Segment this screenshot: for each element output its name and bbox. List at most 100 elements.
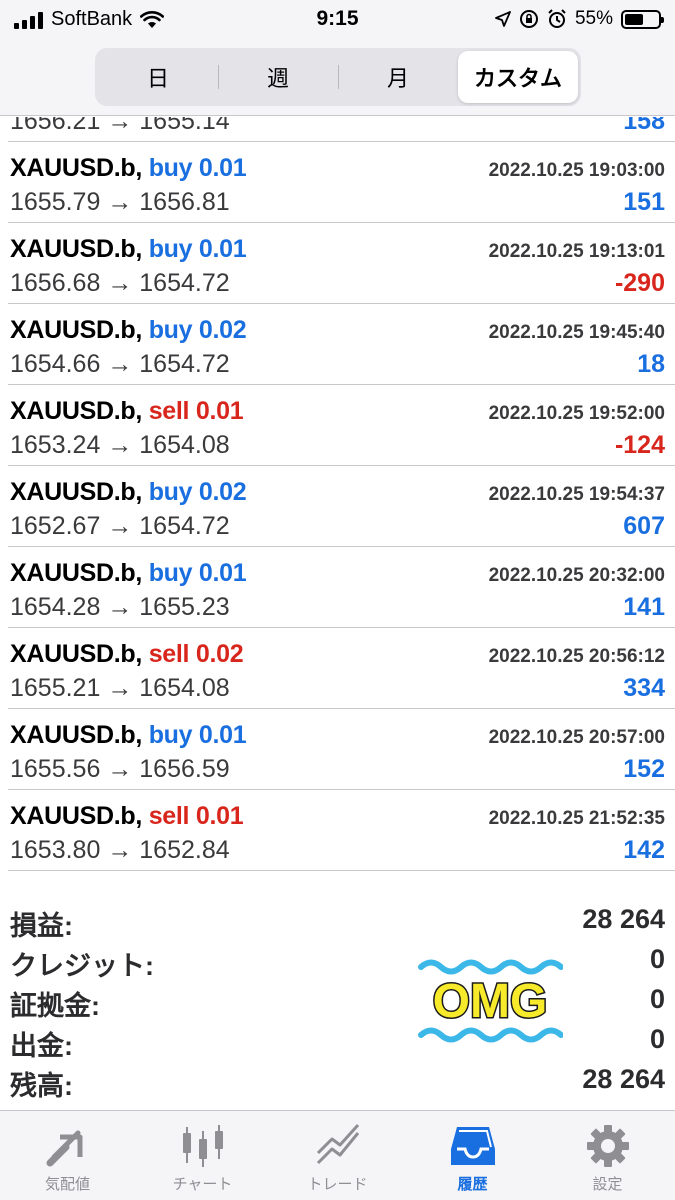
candlestick-chart-icon bbox=[182, 1125, 223, 1167]
period-segmented-control: 日 週 月 カスタム bbox=[95, 48, 581, 106]
trade-profit: 158 bbox=[623, 117, 665, 135]
trade-trend-icon bbox=[316, 1123, 359, 1165]
trade-time: 2022.10.25 19:45:40 bbox=[488, 322, 665, 343]
trade-side: buy bbox=[148, 721, 193, 749]
trade-history-list[interactable]: XAUUSD.b, sell 0.01 1656.21 → 1655.14 158 X… bbox=[0, 117, 675, 894]
trade-time: 2022.10.25 20:32:00 bbox=[488, 565, 665, 586]
trade-close-price: 1654.72 bbox=[139, 512, 230, 540]
trade-side: sell bbox=[148, 397, 190, 425]
trade-symbol: XAUUSD.b, bbox=[10, 154, 143, 182]
trade-row[interactable]: XAUUSD.b, buy 0.01 2022.10.25 20:57:00 165… bbox=[8, 709, 675, 790]
trade-time: 2022.10.25 19:03:00 bbox=[488, 160, 665, 181]
period-day[interactable]: 日 bbox=[98, 51, 218, 103]
trade-row[interactable]: XAUUSD.b, buy 0.01 2022.10.25 20:32:00 165… bbox=[8, 547, 675, 628]
quotes-arrows-icon bbox=[46, 1130, 82, 1167]
bottom-tab-bar: 気配値 チャート トレード 履歴 設定 bbox=[0, 1110, 675, 1200]
summary-profit-label: 損益: bbox=[10, 911, 73, 941]
trade-open-price: 1653.24 bbox=[10, 431, 101, 459]
battery-percent: 55% bbox=[574, 8, 613, 29]
trade-symbol: XAUUSD.b, bbox=[10, 802, 143, 830]
trade-symbol: XAUUSD.b, bbox=[10, 478, 143, 506]
tab-history[interactable]: 履歴 bbox=[405, 1111, 540, 1200]
trade-volume: 0.01 bbox=[198, 235, 247, 263]
trade-volume: 0.02 bbox=[195, 640, 244, 668]
trade-close-price: 1656.81 bbox=[139, 188, 230, 216]
summary-deposit-label: 証拠金: bbox=[10, 991, 100, 1021]
trade-prices: 1653.24 → 1654.08 bbox=[10, 431, 230, 460]
trade-symbol-line: XAUUSD.b, buy 0.01 bbox=[10, 235, 247, 264]
status-bar: SoftBank 9:15 55% bbox=[0, 0, 675, 40]
trade-close-price: 1654.72 bbox=[139, 269, 230, 297]
trade-symbol-line: XAUUSD.b, sell 0.01 bbox=[10, 802, 244, 831]
trade-prices: 1654.66 → 1654.72 bbox=[10, 350, 230, 379]
trade-row[interactable]: XAUUSD.b, buy 0.02 2022.10.25 19:45:40 165… bbox=[8, 304, 675, 385]
trade-row[interactable]: XAUUSD.b, sell 0.01 2022.10.25 19:52:00 16… bbox=[8, 385, 675, 466]
trade-symbol: XAUUSD.b, bbox=[10, 721, 143, 749]
orientation-lock-icon bbox=[519, 10, 538, 28]
trade-open-price: 1654.28 bbox=[10, 593, 101, 621]
trade-close-price: 1655.14 bbox=[139, 117, 230, 135]
trade-side: buy bbox=[148, 478, 193, 506]
summary-withdrawal-label: 出金: bbox=[10, 1031, 73, 1061]
period-selector-bar: 日 週 月 カスタム bbox=[0, 40, 675, 116]
trade-close-price: 1656.59 bbox=[139, 755, 230, 783]
trade-side: sell bbox=[148, 802, 190, 830]
trade-arrow: → bbox=[107, 755, 133, 783]
trade-profit: 142 bbox=[623, 836, 665, 864]
trade-close-price: 1654.08 bbox=[139, 431, 230, 459]
trade-row[interactable]: XAUUSD.b, buy 0.02 2022.10.25 19:54:37 165… bbox=[8, 466, 675, 547]
tab-history-label: 履歴 bbox=[457, 1176, 488, 1193]
trade-arrow: → bbox=[107, 512, 133, 540]
summary-deposit-value: 0 bbox=[649, 984, 665, 1014]
summary-credit-label: クレジット: bbox=[10, 951, 154, 981]
account-summary: 損益: 28 264 クレジット: 0 証拠金: 0 出金: 0 残高: 28 … bbox=[0, 900, 675, 1110]
trade-profit: 607 bbox=[623, 512, 665, 540]
battery-fill bbox=[625, 13, 643, 25]
trade-row[interactable]: XAUUSD.b, buy 0.01 2022.10.25 19:13:01 165… bbox=[8, 223, 675, 304]
trade-time: 2022.10.25 19:54:37 bbox=[488, 484, 665, 505]
trade-open-price: 1655.79 bbox=[10, 188, 101, 216]
tab-trade[interactable]: トレード bbox=[270, 1111, 405, 1200]
trade-prices: 1654.28 → 1655.23 bbox=[10, 593, 230, 622]
summary-balance-label: 残高: bbox=[10, 1071, 73, 1101]
trade-volume: 0.01 bbox=[198, 154, 247, 182]
trade-close-price: 1654.72 bbox=[139, 350, 230, 378]
trade-symbol: XAUUSD.b, bbox=[10, 235, 143, 263]
trade-symbol-line: XAUUSD.b, buy 0.02 bbox=[10, 478, 247, 507]
trade-profit: 18 bbox=[637, 350, 665, 378]
trade-profit: 151 bbox=[623, 188, 665, 216]
trade-time: 2022.10.25 20:56:12 bbox=[488, 646, 665, 667]
location-arrow-icon bbox=[495, 11, 511, 27]
trade-symbol-line: XAUUSD.b, buy 0.01 bbox=[10, 559, 247, 588]
trade-arrow: → bbox=[107, 188, 133, 216]
summary-profit-value: 28 264 bbox=[582, 904, 665, 934]
tab-quotes[interactable]: 気配値 bbox=[0, 1111, 135, 1200]
trade-arrow: → bbox=[107, 593, 133, 621]
tab-trade-label: トレード bbox=[307, 1176, 368, 1193]
trade-row[interactable]: XAUUSD.b, buy 0.01 2022.10.25 19:03:00 165… bbox=[8, 142, 675, 223]
period-month[interactable]: 月 bbox=[338, 51, 458, 103]
trade-profit: 152 bbox=[623, 755, 665, 783]
summary-credit-row: クレジット: 0 bbox=[0, 940, 675, 981]
tab-settings[interactable]: 設定 bbox=[540, 1111, 675, 1200]
trade-open-price: 1656.68 bbox=[10, 269, 101, 297]
trade-row[interactable]: XAUUSD.b, sell 0.02 2022.10.25 20:56:12 16… bbox=[8, 628, 675, 709]
trade-side: buy bbox=[148, 316, 193, 344]
period-week[interactable]: 週 bbox=[218, 51, 338, 103]
trade-profit: 334 bbox=[623, 674, 665, 702]
trade-side: sell bbox=[148, 640, 190, 668]
trade-close-price: 1654.08 bbox=[139, 674, 230, 702]
tab-chart[interactable]: チャート bbox=[135, 1111, 270, 1200]
tab-quotes-label: 気配値 bbox=[44, 1176, 90, 1193]
trade-arrow: → bbox=[107, 350, 133, 378]
trade-volume: 0.02 bbox=[198, 316, 247, 344]
trade-profit: -290 bbox=[614, 269, 665, 297]
summary-withdrawal-value: 0 bbox=[649, 1024, 665, 1054]
settings-gear-icon bbox=[586, 1125, 629, 1167]
summary-credit-value: 0 bbox=[649, 944, 665, 974]
trade-row[interactable]: XAUUSD.b, sell 0.01 2022.10.25 21:52:35 16… bbox=[8, 790, 675, 871]
trade-prices: 1652.67 → 1654.72 bbox=[10, 512, 230, 541]
trade-row[interactable]: XAUUSD.b, sell 0.011656.21 → 1655.14158 bbox=[8, 117, 675, 142]
period-custom[interactable]: カスタム bbox=[458, 51, 578, 103]
trade-prices: 1656.68 → 1654.72 bbox=[10, 269, 230, 298]
